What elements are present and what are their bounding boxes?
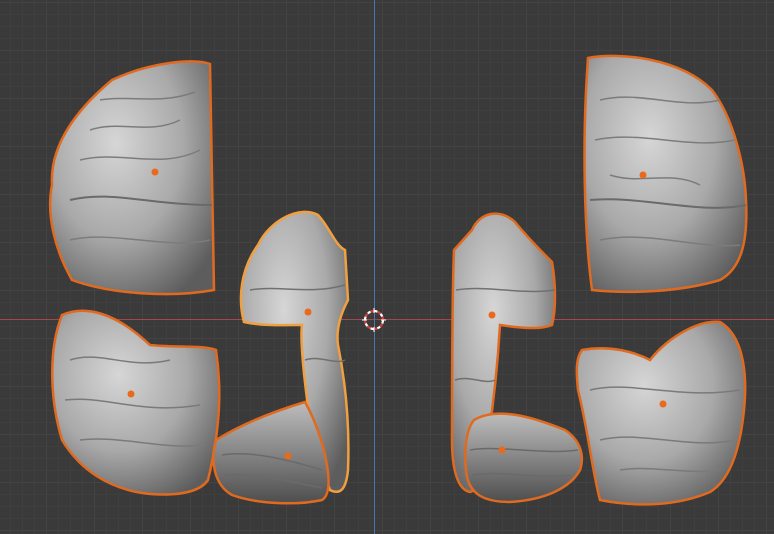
origin-dot-icon	[304, 308, 312, 316]
hemisphere-upper-left[interactable]	[48, 60, 216, 296]
3d-viewport[interactable]	[0, 0, 774, 534]
cerebellum-lower-right[interactable]	[464, 412, 584, 504]
lobe-lower-left[interactable]	[51, 309, 221, 496]
origin-dot-icon	[127, 390, 135, 398]
origin-dot-icon	[488, 311, 496, 319]
crosshair-cursor-icon[interactable]	[362, 308, 386, 332]
origin-dot-icon	[659, 400, 667, 408]
scene-objects[interactable]	[0, 0, 774, 534]
hemisphere-upper-right[interactable]	[583, 54, 748, 294]
lobe-lower-right[interactable]	[575, 320, 747, 506]
cerebellum-lower-left[interactable]	[212, 400, 330, 505]
origin-dot-icon	[284, 452, 292, 460]
origin-dot-icon	[151, 168, 159, 176]
origin-dot-icon	[639, 171, 647, 179]
origin-dot-icon	[498, 446, 506, 454]
